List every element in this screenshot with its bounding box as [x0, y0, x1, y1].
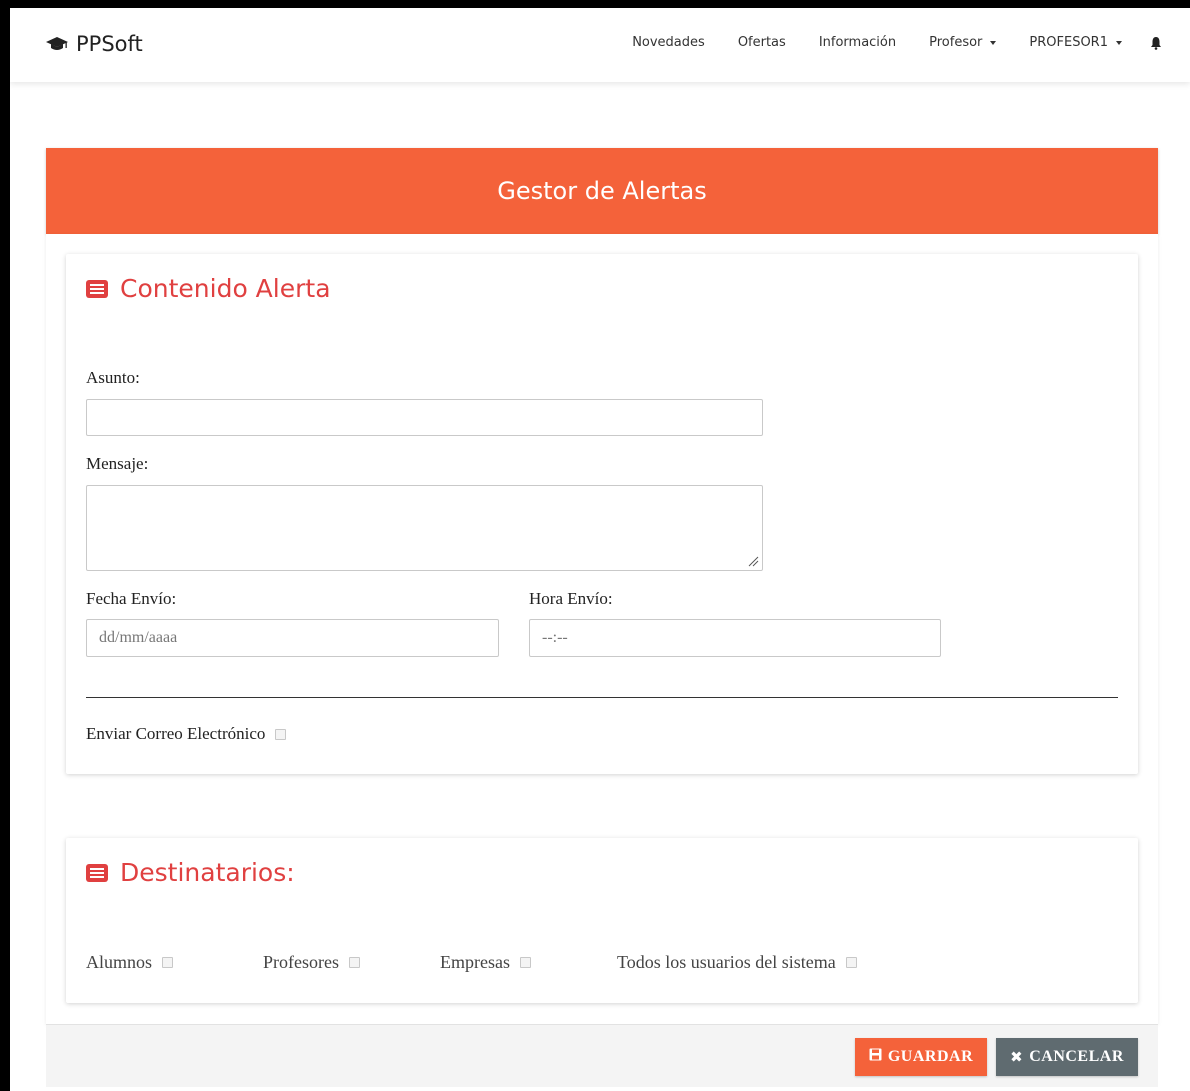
nav-links: Novedades Ofertas Información Profesor P… [632, 35, 1162, 50]
mensaje-label: Mensaje: [86, 454, 149, 473]
profesores-checkbox[interactable] [348, 957, 360, 968]
guardar-label: GUARDAR [887, 1048, 974, 1065]
option-todos-label: Todos los usuarios del sistema [617, 952, 836, 972]
nav-link-ofertas[interactable]: Ofertas [738, 35, 786, 50]
window-frame-left [0, 0, 10, 1091]
hora-input[interactable]: --:-- [529, 619, 941, 657]
option-profesores[interactable]: Profesores [263, 952, 360, 973]
todos-checkbox[interactable] [845, 957, 857, 968]
form-footer [46, 1024, 1158, 1087]
empresas-checkbox[interactable] [519, 957, 531, 968]
contenido-panel: Contenido Alerta Asunto: Mensaje: Fecha … [66, 254, 1138, 774]
destinatarios-title: Destinatarios: [86, 858, 295, 887]
fecha-input[interactable]: dd/mm/aaaa [86, 619, 499, 657]
divider [86, 697, 1118, 698]
nav-menu-profesor-label: Profesor [929, 35, 983, 50]
list-icon [86, 863, 108, 882]
fecha-label: Fecha Envío: [86, 589, 177, 608]
option-alumnos[interactable]: Alumnos [86, 952, 174, 973]
contenido-title-text: Contenido Alerta [120, 274, 331, 303]
caret-down-icon [990, 40, 997, 45]
navbar: PPSoft Novedades Ofertas Información Pro… [10, 8, 1190, 82]
destinatarios-panel: Destinatarios: Alumnos Profesores Empres… [66, 838, 1138, 1003]
window-frame-top [0, 0, 1190, 8]
brand[interactable]: PPSoft [46, 32, 143, 56]
option-alumnos-label: Alumnos [86, 952, 153, 972]
mensaje-textarea[interactable] [86, 485, 763, 571]
email-option-label: Enviar Correo Electrónico [86, 724, 266, 743]
email-checkbox[interactable] [275, 728, 287, 740]
close-icon: ✖ [1010, 1048, 1024, 1066]
asunto-input[interactable] [86, 399, 763, 436]
option-empresas[interactable]: Empresas [440, 952, 531, 973]
email-option[interactable]: Enviar Correo Electrónico [86, 724, 287, 744]
page-title: Gestor de Alertas [497, 177, 707, 205]
caret-down-icon [1116, 40, 1122, 45]
destinatarios-title-text: Destinatarios: [120, 858, 295, 887]
cancelar-button[interactable]: ✖ CANCELAR [996, 1038, 1138, 1076]
save-icon [869, 1048, 882, 1066]
asunto-label: Asunto: [86, 368, 140, 387]
nav-menu-profesor[interactable]: Profesor [929, 35, 997, 50]
graduation-cap-icon [46, 37, 68, 51]
guardar-button[interactable]: GUARDAR [855, 1038, 987, 1076]
hora-label: Hora Envío: [529, 589, 613, 608]
nav-link-informacion[interactable]: Información [819, 35, 896, 50]
option-todos[interactable]: Todos los usuarios del sistema [617, 952, 857, 973]
cancelar-label: CANCELAR [1029, 1048, 1124, 1065]
alumnos-checkbox[interactable] [162, 957, 174, 968]
option-profesores-label: Profesores [263, 952, 339, 972]
fecha-placeholder: dd/mm/aaaa [99, 629, 178, 646]
bell-icon[interactable] [1150, 36, 1162, 50]
nav-menu-user-label: PROFESOR1 [1029, 35, 1108, 50]
nav-menu-user[interactable]: PROFESOR1 [1029, 35, 1122, 50]
resize-grip-icon[interactable] [747, 555, 759, 567]
option-empresas-label: Empresas [440, 952, 510, 972]
page-header: Gestor de Alertas [46, 148, 1158, 234]
contenido-title: Contenido Alerta [86, 274, 331, 303]
brand-name: PPSoft [76, 32, 143, 56]
hora-placeholder: --:-- [542, 629, 568, 646]
nav-link-novedades[interactable]: Novedades [632, 35, 705, 50]
list-icon [86, 279, 108, 298]
